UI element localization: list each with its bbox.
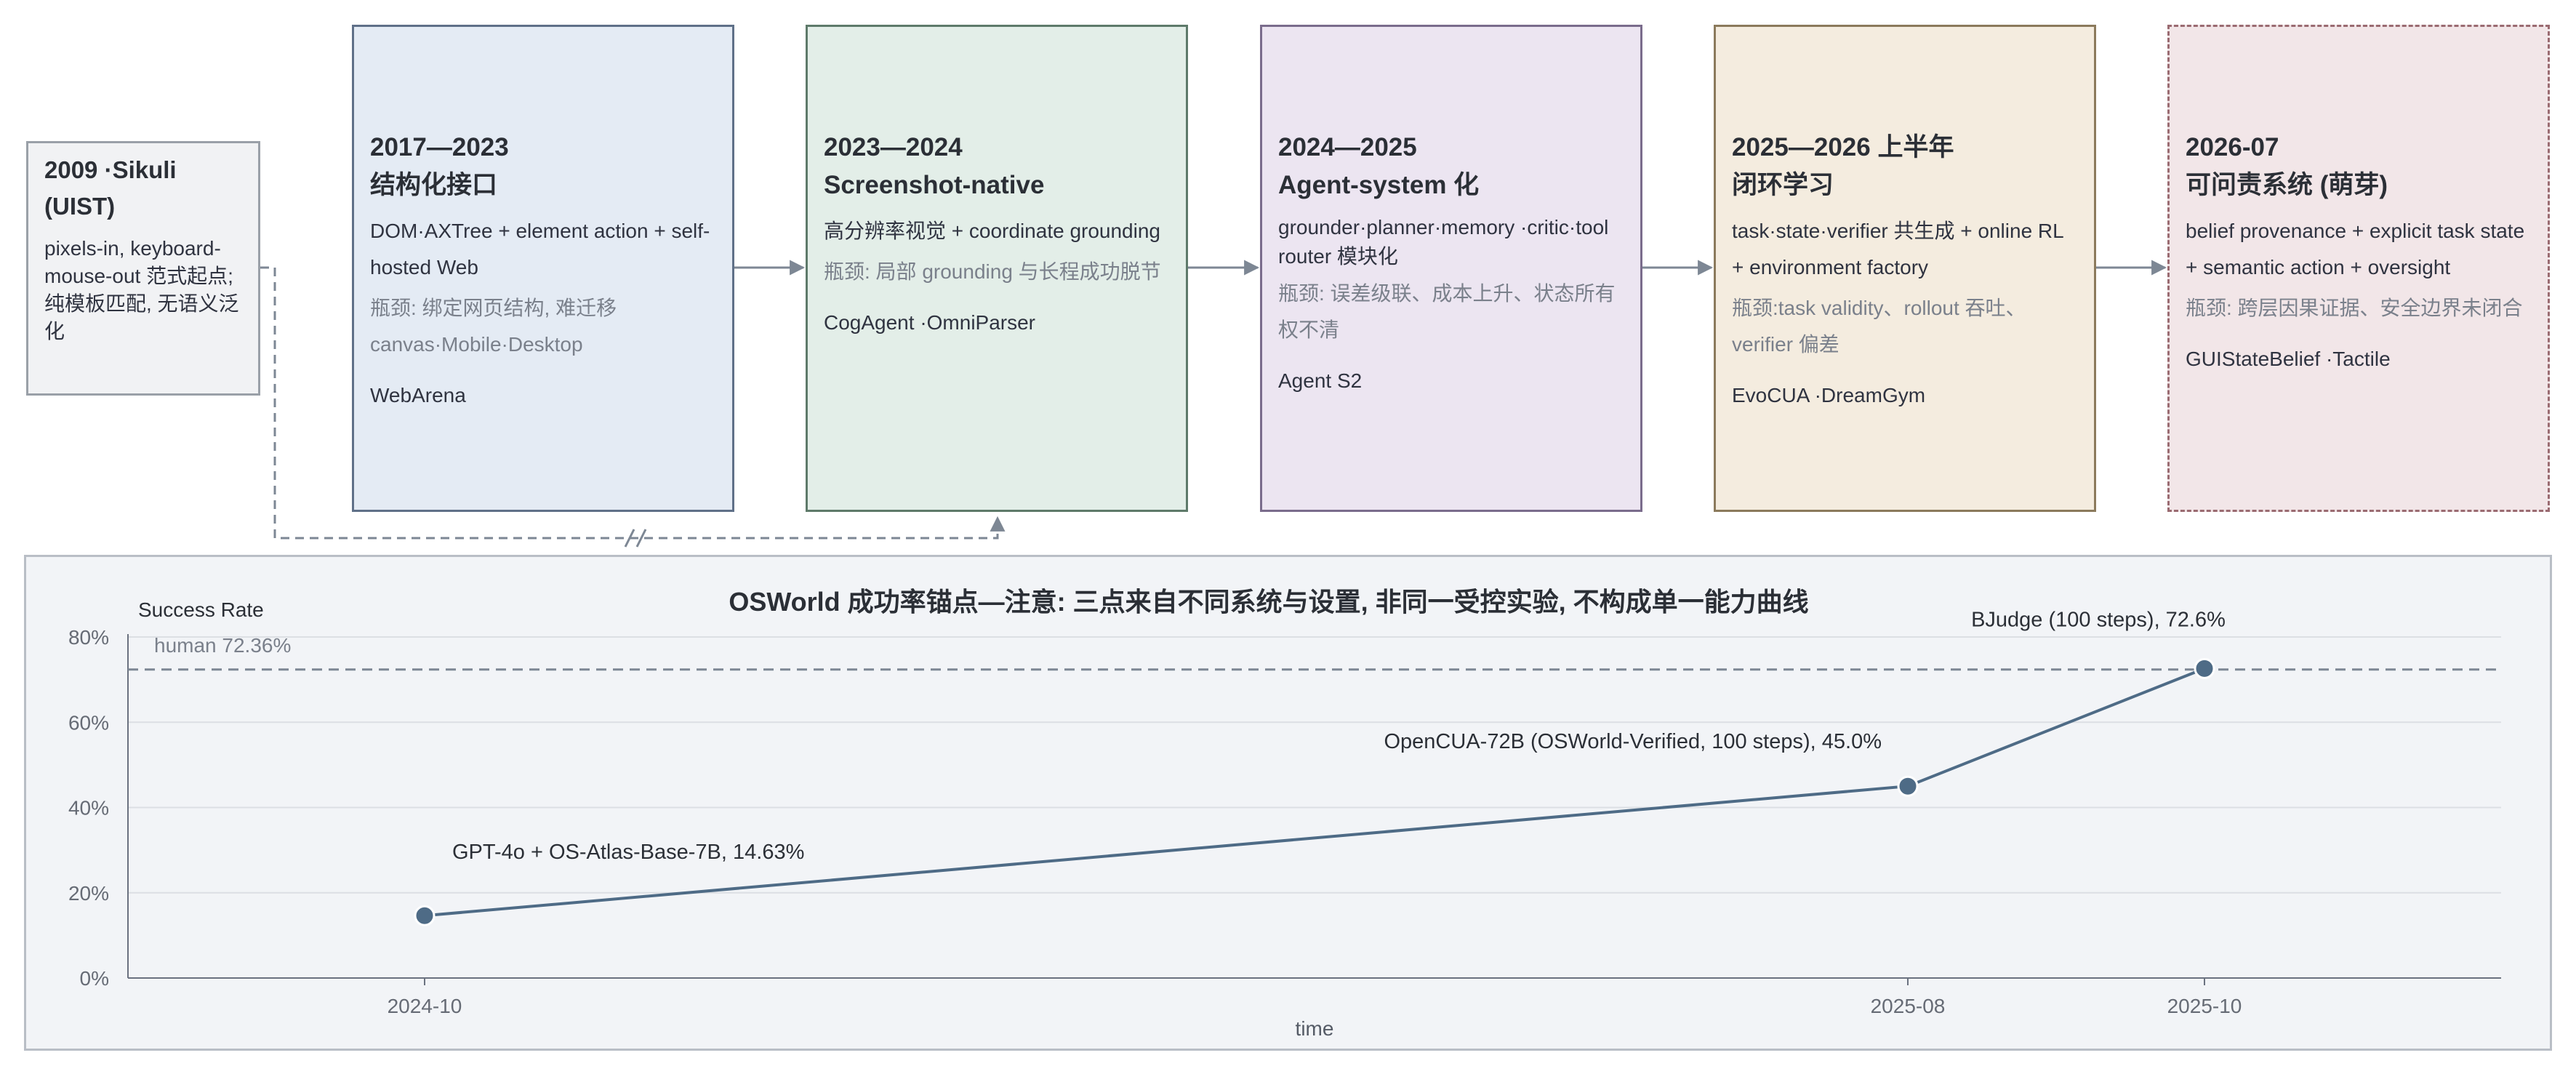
y-tick-labels: 0% 20% 40% 60% 80% <box>68 626 109 990</box>
data-label: OpenCUA-72B (OSWorld-Verified, 100 steps… <box>1384 730 1882 753</box>
y-axis-label: Success Rate <box>138 598 264 621</box>
y-tick-label: 40% <box>68 797 109 819</box>
human-reference: human 72.36% <box>128 634 2501 671</box>
x-tick-labels: 2024-10 2025-08 2025-10 <box>388 978 2242 1017</box>
data-point <box>414 905 436 926</box>
data-label: GPT-4o + OS-Atlas-Base-7B, 14.63% <box>452 841 804 864</box>
y-tick-label: 60% <box>68 711 109 734</box>
chart-title: OSWorld 成功率锚点—注意: 三点来自不同系统与设置, 非同一受控实验, … <box>729 587 1808 617</box>
y-tick-label: 80% <box>68 626 109 649</box>
x-axis-label: time <box>1296 1017 1334 1040</box>
x-tick-label: 2025-10 <box>2167 995 2242 1017</box>
data-labels: GPT-4o + OS-Atlas-Base-7B, 14.63% OpenCUA… <box>452 608 2226 864</box>
x-tick-label: 2025-08 <box>1871 995 1946 1017</box>
origin-dashed-connector <box>260 266 1006 548</box>
data-points <box>414 657 2215 926</box>
data-label: BJudge (100 steps), 72.6% <box>1971 608 2226 631</box>
series-line <box>424 667 2205 918</box>
axes <box>127 634 2501 979</box>
success-rate-line <box>424 667 2205 918</box>
data-point <box>2194 657 2215 679</box>
human-reference-label: human 72.36% <box>154 634 291 657</box>
data-point <box>1897 775 1919 797</box>
y-tick-label: 0% <box>80 967 109 990</box>
x-tick-label: 2024-10 <box>388 995 462 1017</box>
diagram-svg: OSWorld 成功率锚点—注意: 三点来自不同系统与设置, 非同一受控实验, … <box>68 260 2501 1040</box>
y-tick-label: 20% <box>68 882 109 905</box>
